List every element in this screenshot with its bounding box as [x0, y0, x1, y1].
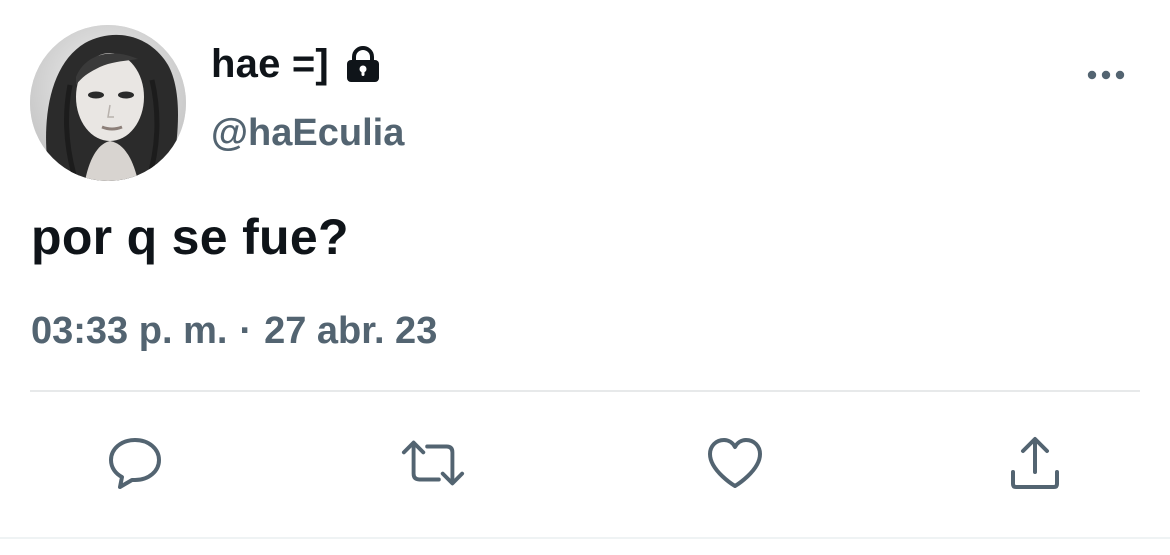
more-horizontal-icon	[1087, 70, 1125, 80]
tweet-meta: 03:33 p. m. · 27 abr. 23	[31, 310, 437, 353]
tweet-date[interactable]: 27 abr. 23	[264, 310, 437, 353]
meta-separator: ·	[239, 310, 253, 352]
display-name-row: hae =]	[211, 42, 383, 87]
handle[interactable]: @haEculia	[211, 112, 404, 155]
avatar-photo	[30, 25, 186, 181]
share-button[interactable]	[1002, 430, 1068, 496]
more-button[interactable]	[1082, 60, 1130, 90]
reply-icon	[109, 438, 161, 489]
retweet-button[interactable]	[400, 430, 466, 496]
like-button[interactable]	[702, 430, 768, 496]
bottom-divider	[0, 537, 1170, 539]
avatar[interactable]	[30, 25, 186, 181]
retweet-icon	[401, 440, 465, 486]
tweet-text: por q se fue?	[31, 209, 349, 265]
action-bar	[0, 430, 1170, 496]
display-name[interactable]: hae =]	[211, 42, 329, 87]
share-icon	[1011, 437, 1059, 489]
lock-icon	[343, 45, 383, 85]
tweet: hae =] @haEculia por q se fue? 03:33 p. …	[0, 0, 1170, 555]
divider	[30, 390, 1140, 392]
heart-icon	[708, 438, 762, 488]
tweet-time[interactable]: 03:33 p. m.	[31, 310, 227, 353]
reply-button[interactable]	[102, 430, 168, 496]
